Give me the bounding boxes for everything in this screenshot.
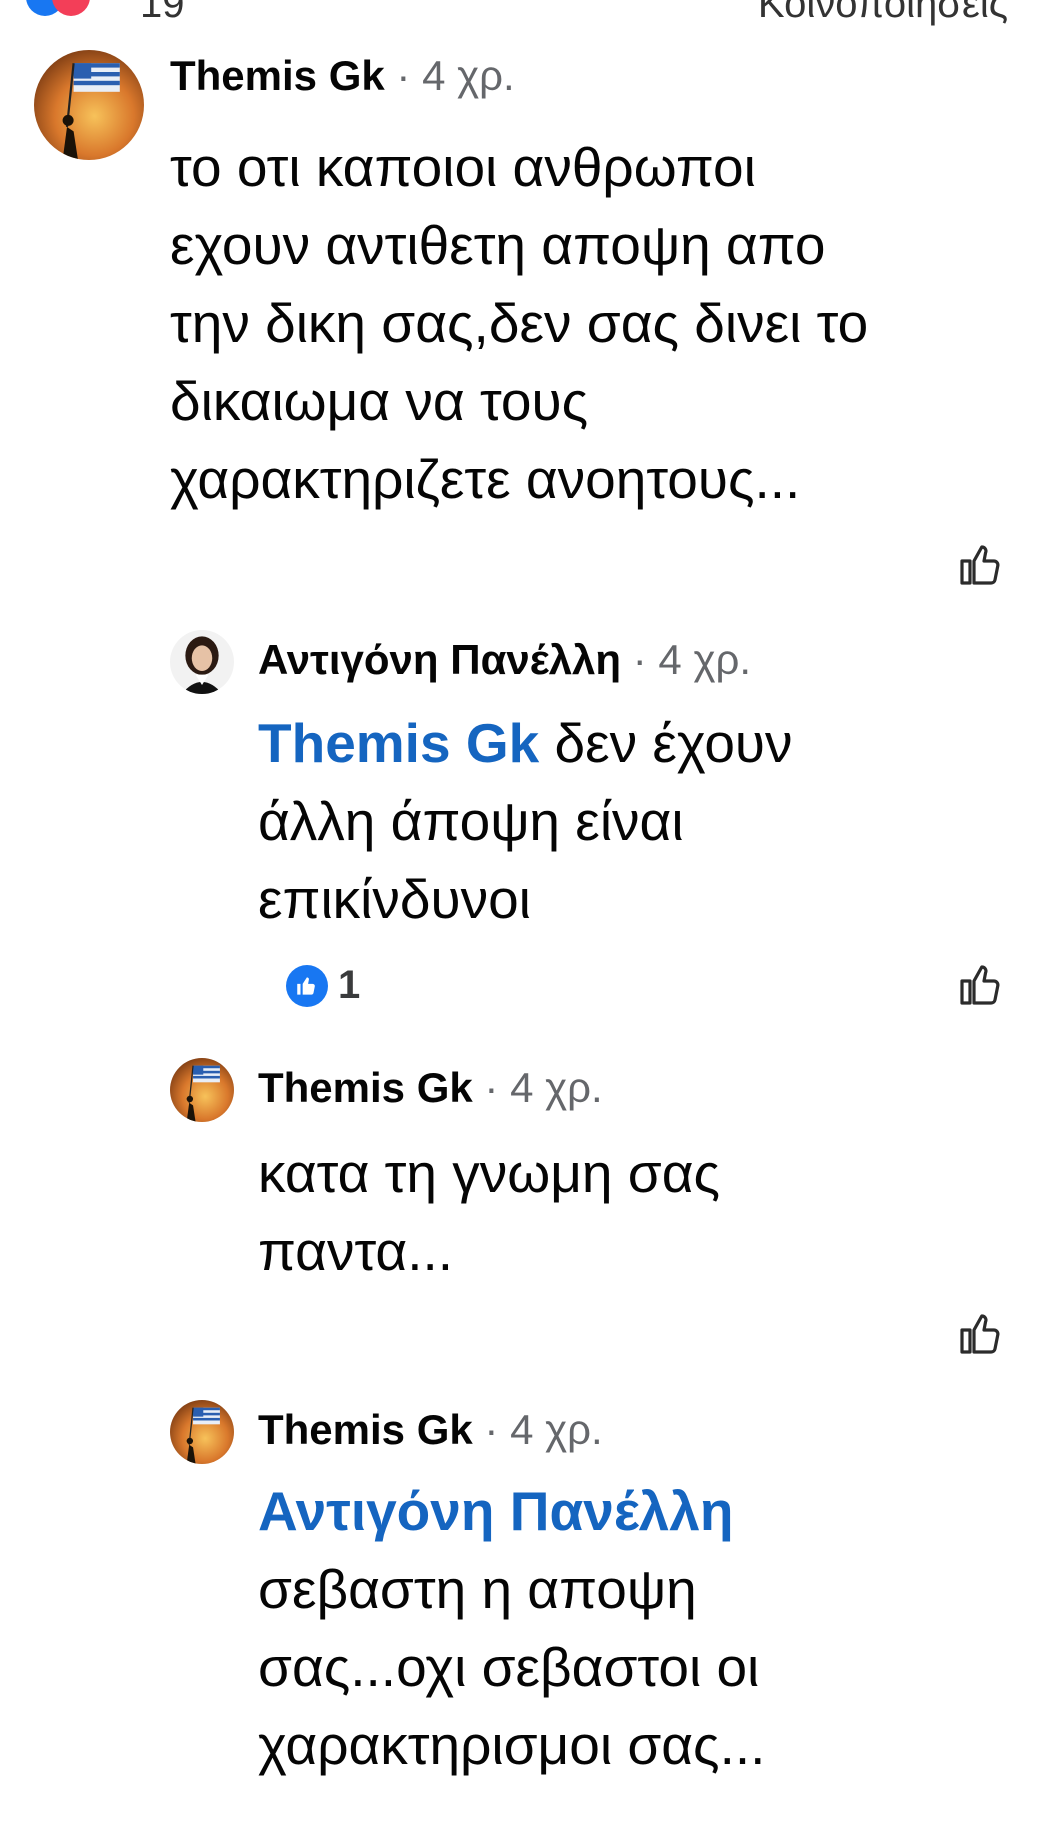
like-button[interactable] [956, 1310, 1004, 1358]
thumbs-up-icon [960, 1314, 1000, 1354]
avatar[interactable] [170, 1400, 234, 1464]
author-name[interactable]: Themis Gk [258, 1064, 473, 1111]
comment-line: το οτι καποιοι ανθρωποι [170, 136, 756, 198]
separator: · [484, 1064, 499, 1111]
comment-line: δεν έχουν [539, 712, 793, 774]
timestamp[interactable]: 4 χρ. [658, 636, 751, 683]
comment-line: κατα τη γνωμη σας [258, 1142, 720, 1204]
mention-link[interactable]: Themis Gk [258, 712, 539, 774]
comment-line: δικαιωμα να τους [170, 370, 589, 432]
shares-link[interactable]: Κοινοποιήσεις [758, 0, 1008, 27]
like-button[interactable] [956, 541, 1004, 589]
thumbs-up-icon [960, 545, 1000, 585]
comment-line: εχουν αντιθετη αποψη απο [170, 214, 826, 276]
comment-line: άλλη άποψη είναι [258, 790, 684, 852]
comment-text: το οτι καποιοι ανθρωποι εχουν αντιθετη α… [170, 128, 868, 518]
reactions-summary-bar: 19 Κοινοποιήσεις [0, 0, 1048, 26]
comment-line: παντα... [258, 1220, 454, 1282]
comment-text: Themis Gk δεν έχουν άλλη άποψη είναι επι… [258, 704, 793, 938]
comment-line: σεβαστη η αποψη [258, 1558, 697, 1620]
like-reaction-icon [286, 964, 328, 1007]
reaction-total[interactable]: 19 [140, 0, 185, 27]
author-name[interactable]: Themis Gk [170, 52, 385, 99]
author-name[interactable]: Themis Gk [258, 1406, 473, 1453]
separator: · [632, 636, 647, 683]
avatar-image [170, 1400, 234, 1464]
avatar-image [170, 630, 234, 694]
comment-line: σας...οχι σεβαστοι οι [258, 1636, 760, 1698]
comment-text: κατα τη γνωμη σας παντα... [258, 1134, 720, 1290]
separator: · [396, 52, 411, 99]
comment-header: Αντιγόνη Πανέλλη · 4 χρ. [258, 636, 751, 684]
avatar-image [170, 1058, 234, 1122]
avatar[interactable] [170, 630, 234, 694]
avatar-image [34, 50, 144, 160]
timestamp[interactable]: 4 χρ. [510, 1064, 603, 1111]
comment-line: επικίνδυνοι [258, 868, 531, 930]
author-name[interactable]: Αντιγόνη Πανέλλη [258, 636, 621, 683]
reaction-icons[interactable] [26, 0, 90, 21]
comment-line: χαρακτηρισμοι σας... [258, 1714, 766, 1776]
thumbs-up-icon [960, 965, 1000, 1005]
comment-text: Αντιγόνη Πανέλλη σεβαστη η αποψη σας...ο… [258, 1472, 765, 1784]
love-reaction-icon [52, 0, 90, 16]
reaction-summary[interactable]: 1 [286, 963, 360, 1008]
comment-line: χαρακτηριζετε ανοητους... [170, 448, 801, 510]
timestamp[interactable]: 4 χρ. [422, 52, 515, 99]
comment-header: Themis Gk · 4 χρ. [170, 52, 515, 100]
timestamp[interactable]: 4 χρ. [510, 1406, 603, 1453]
comment-header: Themis Gk · 4 χρ. [258, 1064, 603, 1112]
avatar[interactable] [34, 50, 144, 160]
separator: · [484, 1406, 499, 1453]
comment-line: την δικη σας,δεν σας δινει το [170, 292, 869, 354]
avatar[interactable] [170, 1058, 234, 1122]
like-button[interactable] [956, 961, 1004, 1009]
reaction-count: 1 [338, 963, 361, 1007]
mention-link[interactable]: Αντιγόνη Πανέλλη [258, 1472, 765, 1550]
comment-header: Themis Gk · 4 χρ. [258, 1406, 603, 1454]
